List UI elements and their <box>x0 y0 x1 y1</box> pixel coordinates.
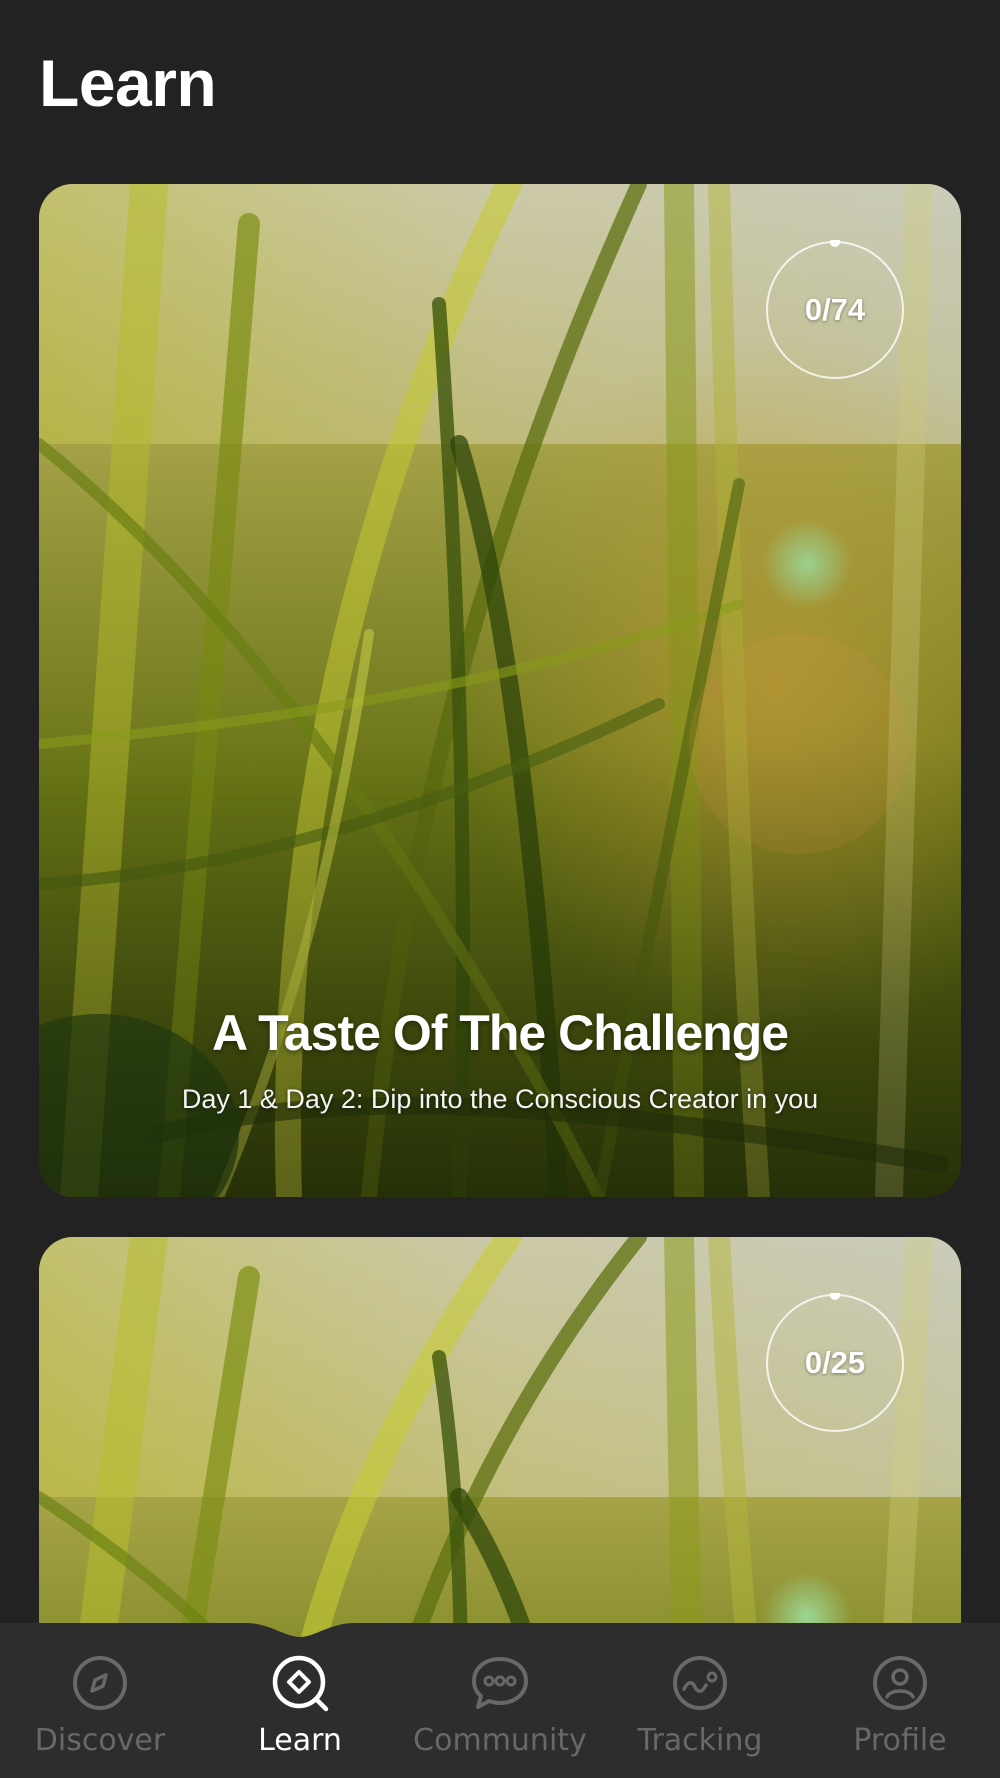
tab-discover[interactable]: Discover <box>0 1623 200 1778</box>
tab-label: Community <box>413 1723 587 1758</box>
tab-label: Discover <box>34 1723 166 1758</box>
progress-count: 0/74 <box>804 292 866 327</box>
card-title: A Taste Of The Challenge <box>211 1005 789 1061</box>
chat-bubble-icon <box>472 1657 528 1709</box>
tab-learn[interactable]: Learn <box>200 1623 400 1778</box>
tab-label: Profile <box>853 1723 947 1758</box>
progress-ring: 0/25 <box>765 1293 905 1433</box>
page-title: Learn <box>39 46 217 120</box>
tab-label: Learn <box>258 1723 342 1758</box>
tracking-icon <box>673 1656 727 1710</box>
tab-label: Tracking <box>637 1723 763 1758</box>
compass-icon <box>73 1656 127 1710</box>
learn-icon <box>272 1655 329 1712</box>
card-subtitle: Day 1 & Day 2: Dip into the Conscious Cr… <box>181 1084 819 1114</box>
progress-ring: 0/74 <box>765 240 905 380</box>
tab-profile[interactable]: Profile <box>800 1623 1000 1778</box>
course-card[interactable]: 0/74 A Taste Of The Challenge Day 1 & Da… <box>39 184 961 1197</box>
tab-tracking[interactable]: Tracking <box>600 1623 800 1778</box>
tab-community[interactable]: Community <box>400 1623 600 1778</box>
learn-screen: Learn 0/74 A Taste Of The Challenge Day … <box>0 0 1000 1778</box>
progress-count: 0/25 <box>804 1345 866 1380</box>
bottom-tab-bar: Discover Learn Community Tracking Profil… <box>0 1623 1000 1778</box>
profile-icon <box>873 1656 927 1710</box>
